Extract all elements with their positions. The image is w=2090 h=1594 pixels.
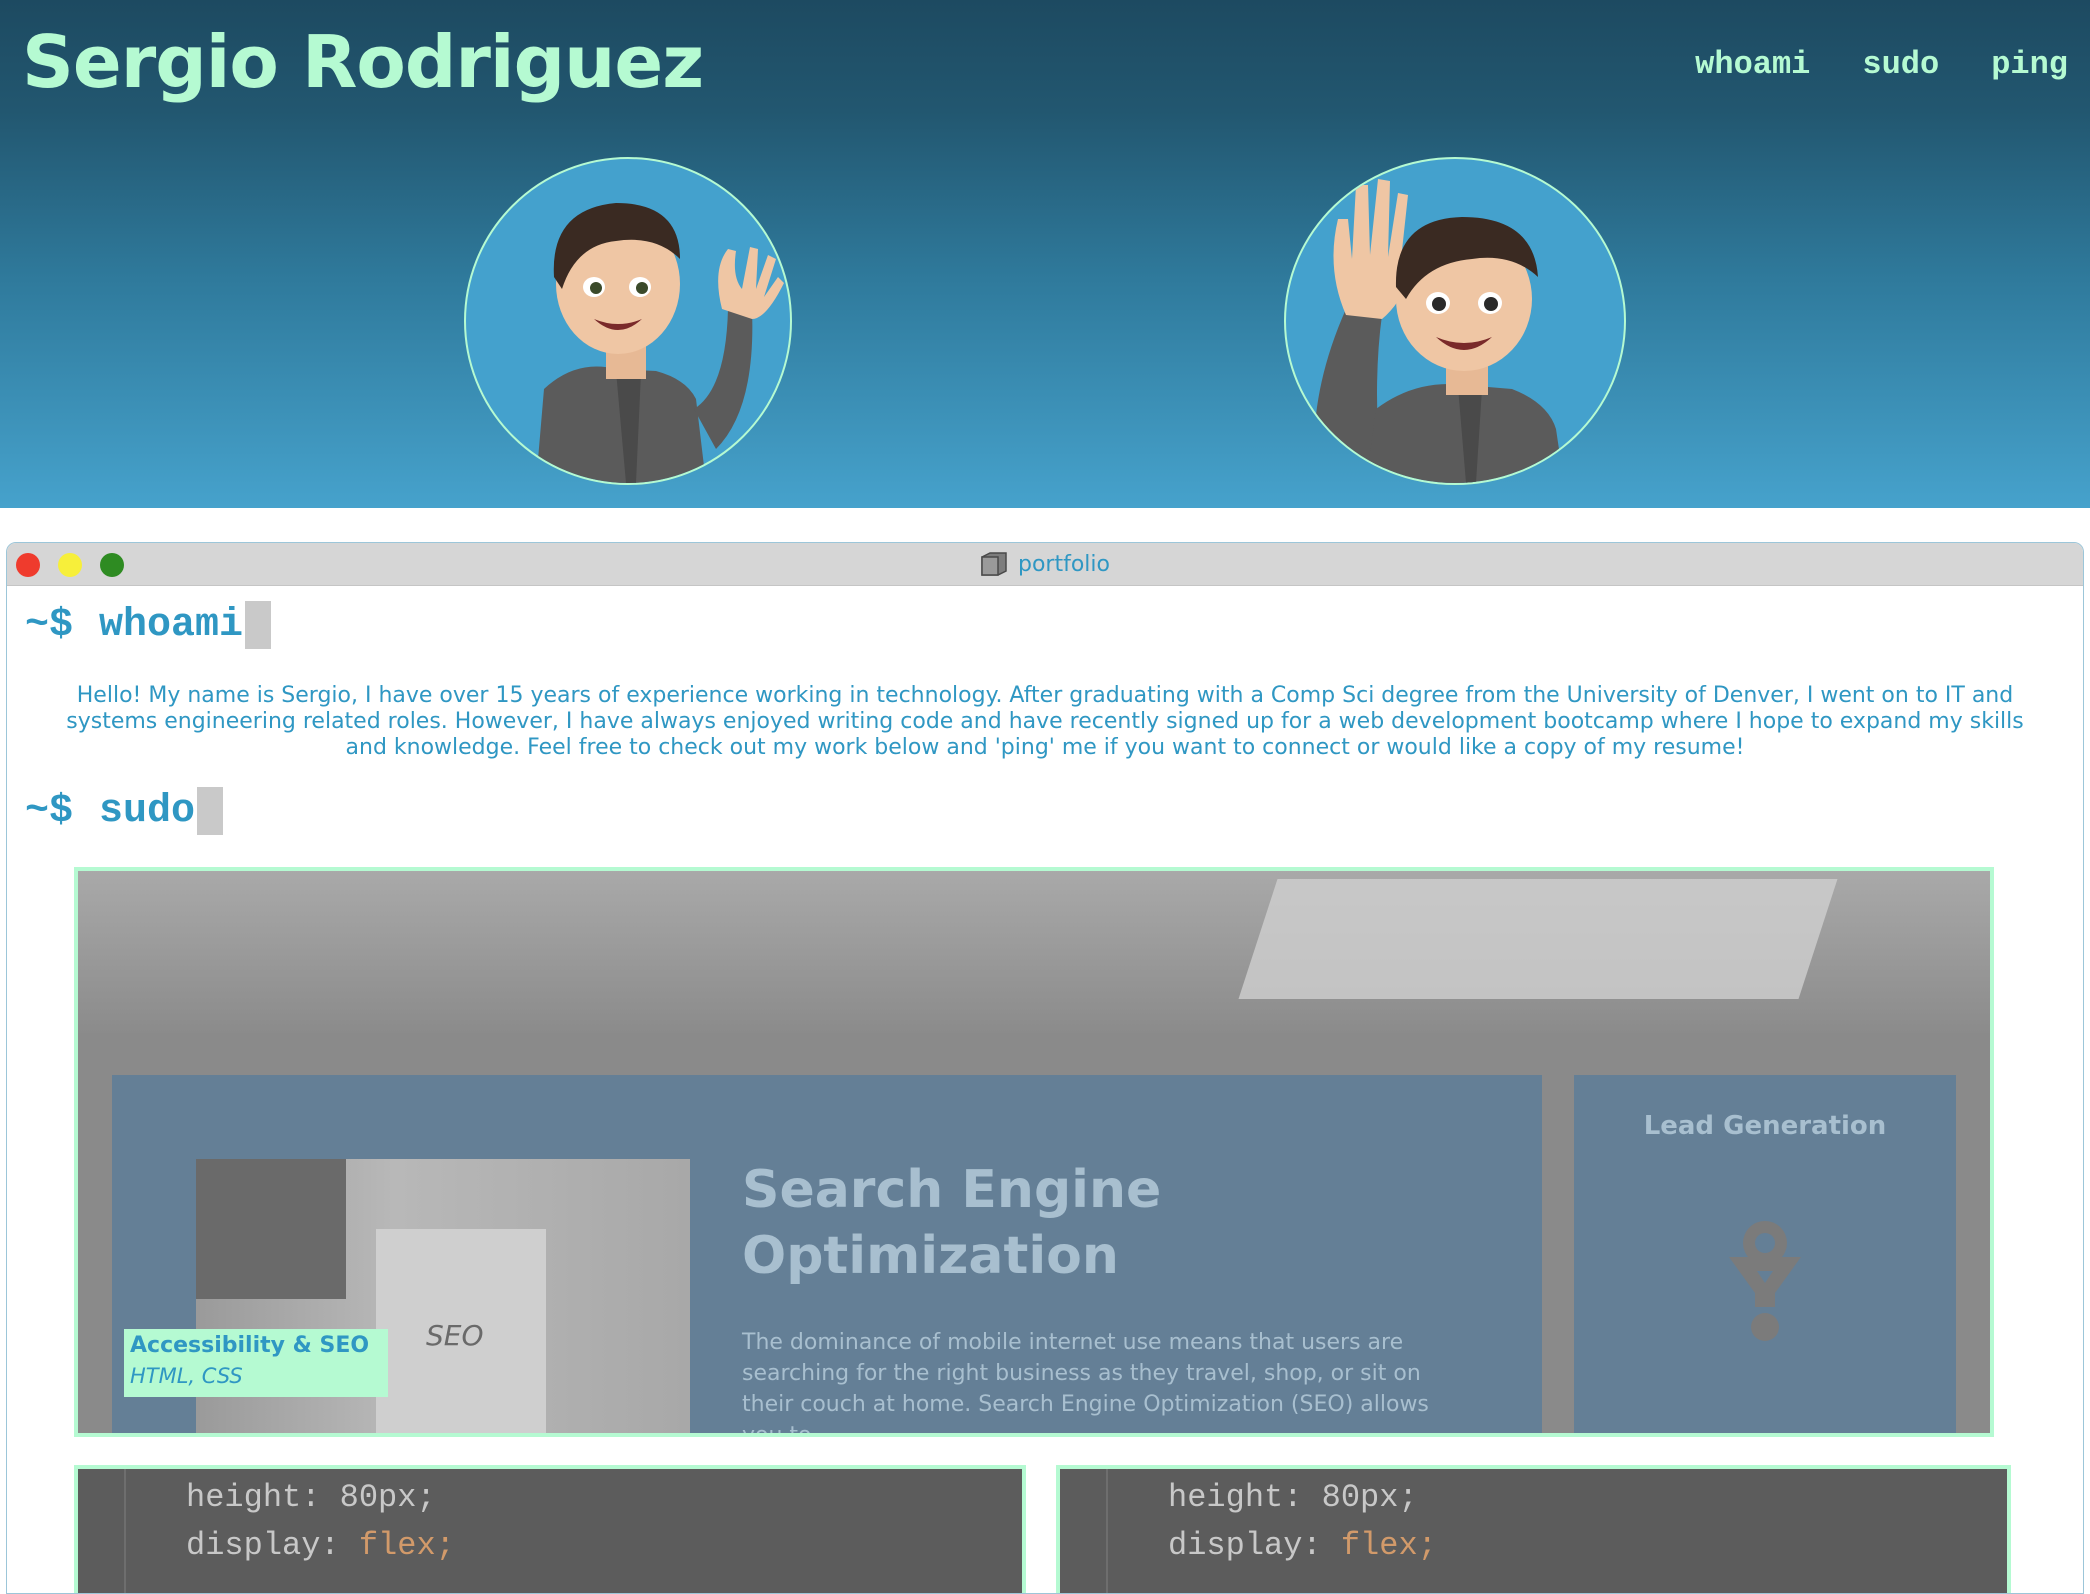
funnel-gear-icon bbox=[1729, 1221, 1801, 1341]
project-screenshot-side-title: Lead Generation bbox=[1643, 1111, 1887, 1141]
terminal-title-label: portfolio bbox=[1018, 551, 1110, 577]
code-property: display: bbox=[1168, 1527, 1341, 1564]
project-card-seo[interactable]: SEO Search Engine Optimization The domin… bbox=[74, 867, 1994, 1437]
avatar-right bbox=[1284, 157, 1626, 485]
project-tech: HTML, CSS bbox=[130, 1364, 243, 1388]
code-gutter bbox=[124, 1469, 126, 1593]
code-line: display: flex; bbox=[186, 1527, 455, 1564]
sudo-prompt: ~$ sudo bbox=[25, 787, 224, 835]
project-card-code-1[interactable]: height: 80px; display: flex; bbox=[74, 1465, 1026, 1593]
code-gutter bbox=[1106, 1469, 1108, 1593]
site-header: Sergio Rodriguez whoami sudo ping bbox=[0, 0, 2090, 508]
project-title: Accessibility & SEO bbox=[130, 1333, 370, 1358]
project-screenshot-text: The dominance of mobile internet use mea… bbox=[742, 1330, 1429, 1437]
terminal-cursor bbox=[245, 601, 272, 649]
whoami-prompt: ~$ whoami bbox=[25, 601, 272, 649]
code-line: height: 80px; bbox=[1168, 1479, 1418, 1516]
code-property: display: bbox=[186, 1527, 359, 1564]
project-screenshot-sidebar: Lead Generation bbox=[1574, 1075, 1956, 1433]
prompt-symbol: ~$ bbox=[25, 788, 74, 834]
avatar-waving-left-icon bbox=[536, 203, 784, 483]
code-line: height: 80px; bbox=[186, 1479, 436, 1516]
sudo-command: sudo bbox=[99, 788, 196, 834]
project-card-code-2[interactable]: height: 80px; display: flex; bbox=[1056, 1465, 2011, 1593]
laptop-image bbox=[196, 1159, 346, 1299]
terminal-titlebar: portfolio bbox=[7, 543, 2083, 586]
code-line: display: flex; bbox=[1168, 1527, 1437, 1564]
terminal-cursor bbox=[197, 787, 224, 835]
terminal-window: portfolio ~$ whoami Hello! My name is Se… bbox=[6, 542, 2084, 1594]
prompt-symbol: ~$ bbox=[25, 602, 74, 648]
site-title: Sergio Rodriguez bbox=[22, 20, 704, 104]
folder-icon bbox=[981, 552, 1007, 576]
code-value: flex; bbox=[358, 1527, 455, 1564]
bio-text: Hello! My name is Sergio, I have over 15… bbox=[66, 683, 2024, 760]
project-screenshot-heading: Search Engine Optimization bbox=[742, 1160, 1162, 1286]
nav-link-whoami[interactable]: whoami bbox=[1695, 46, 1810, 83]
whoami-command: whoami bbox=[99, 602, 244, 648]
project-screenshot-banner bbox=[78, 871, 1990, 1033]
nav-link-ping[interactable]: ping bbox=[1991, 46, 2068, 83]
banner-paper bbox=[1238, 879, 1838, 999]
terminal-title: portfolio bbox=[7, 543, 2083, 585]
avatar-left bbox=[464, 157, 792, 485]
avatar-waving-right-icon bbox=[1314, 179, 1564, 483]
project-caption: Accessibility & SEO HTML, CSS bbox=[124, 1329, 388, 1397]
nav-link-sudo[interactable]: sudo bbox=[1862, 46, 1939, 83]
main-nav: whoami sudo ping bbox=[1695, 46, 2068, 83]
seo-sketch-word: SEO bbox=[426, 1319, 484, 1352]
code-value: flex; bbox=[1340, 1527, 1437, 1564]
